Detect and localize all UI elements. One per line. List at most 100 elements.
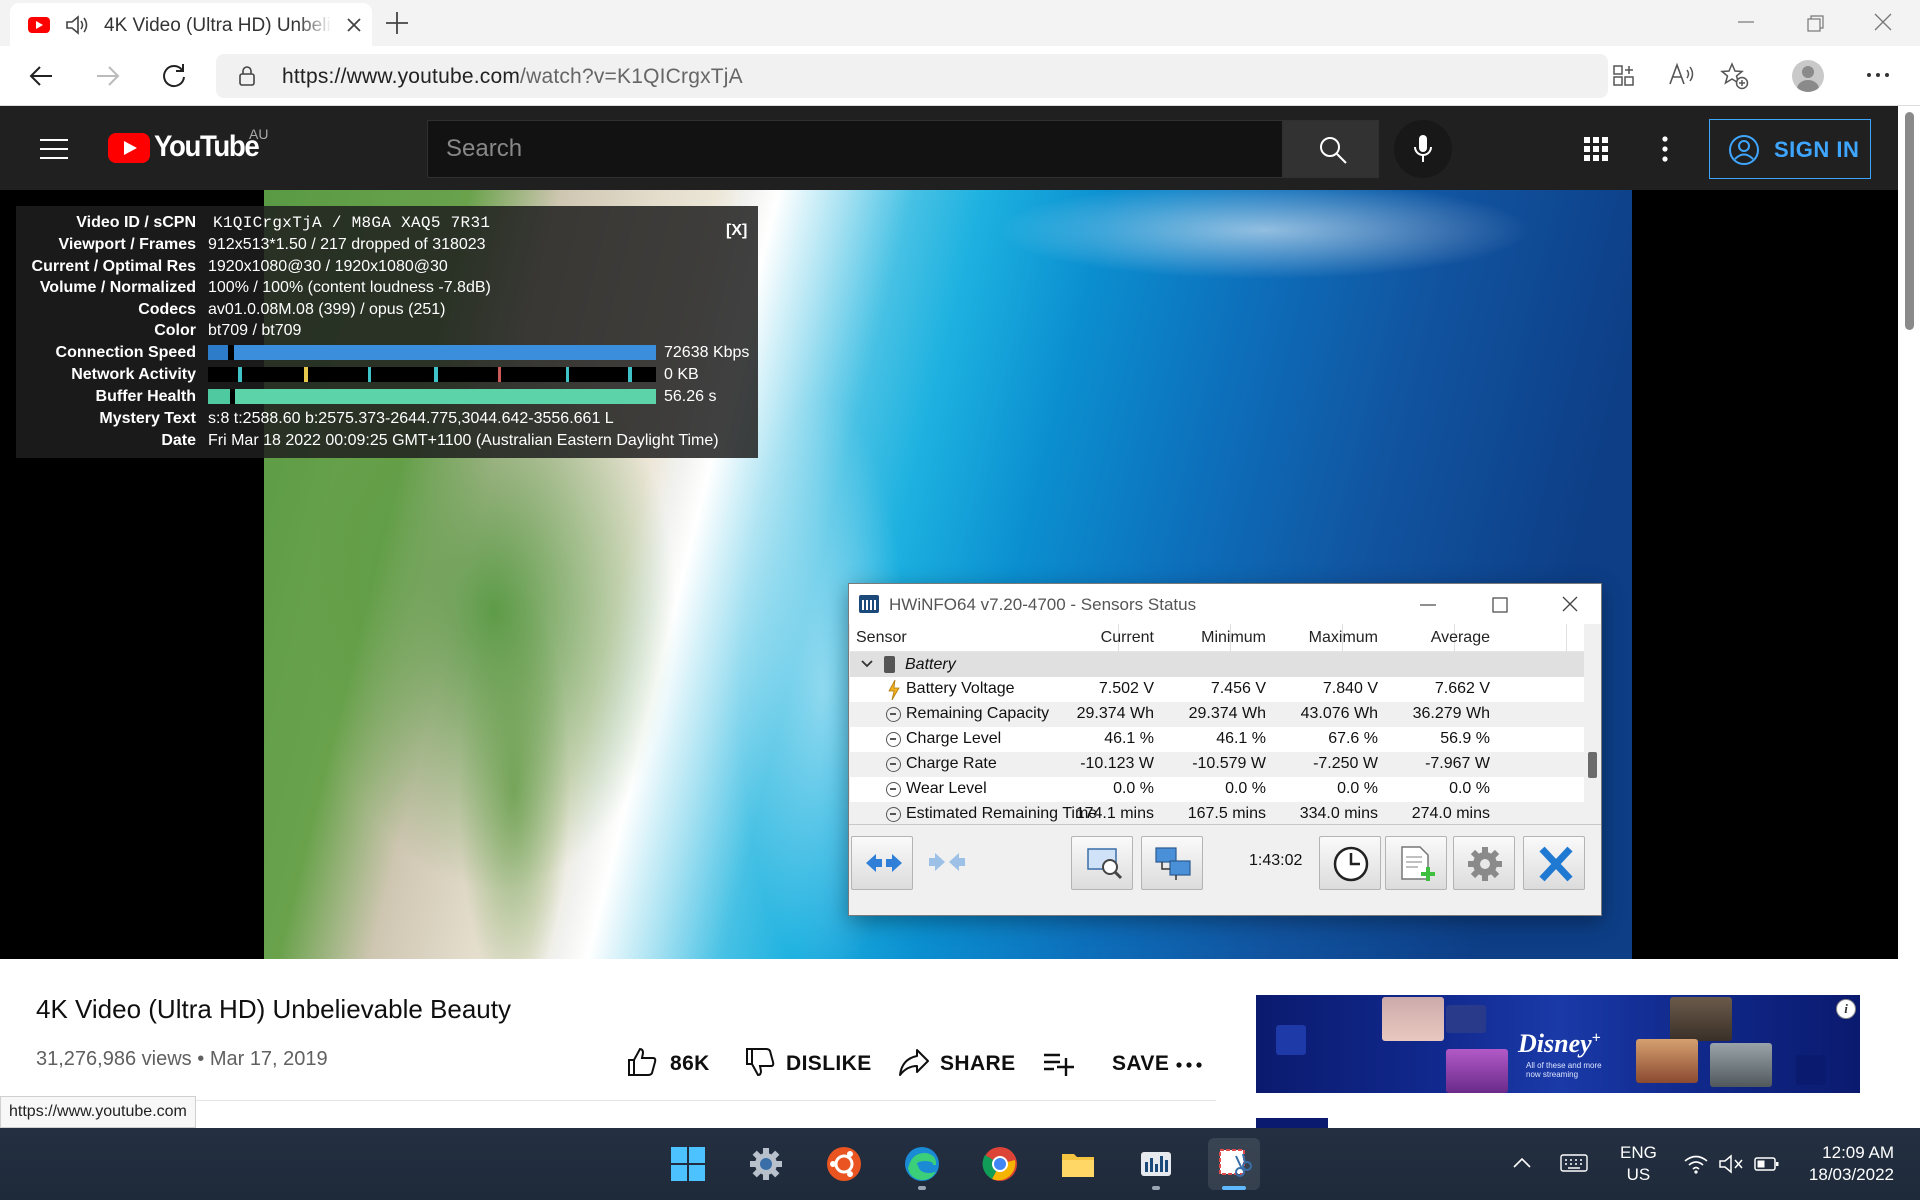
search-input[interactable] (428, 121, 1282, 177)
logging-start-button[interactable] (1385, 836, 1447, 890)
forward-arrow-icon[interactable] (95, 64, 121, 88)
sensor-row-remaining-capacity[interactable]: Remaining Capacity 29.374 Wh 29.374 Wh 4… (850, 702, 1584, 727)
ad-brand-logo: Disney+ (1518, 1029, 1601, 1059)
sign-in-button[interactable]: SIGN IN (1709, 119, 1871, 179)
network-sensors-button[interactable] (1141, 836, 1203, 890)
sensor-name: Estimated Remaining Time (906, 805, 1098, 822)
disney-plus-ad-banner[interactable]: Disney+ All of these and more now stream… (1256, 995, 1860, 1093)
taskbar-settings[interactable] (740, 1138, 792, 1190)
status-bar-url: https://www.youtube.com (0, 1096, 196, 1128)
new-tab-icon[interactable] (384, 10, 410, 36)
window-restore-icon[interactable] (1806, 14, 1826, 34)
reset-timer-button[interactable] (1319, 836, 1381, 890)
reload-icon[interactable] (160, 62, 188, 90)
settings-button[interactable] (1453, 836, 1515, 890)
taskbar-edge[interactable] (896, 1138, 948, 1190)
ad-pixel-block (1276, 1025, 1306, 1055)
taskbar-file-explorer[interactable] (1052, 1138, 1104, 1190)
sensor-row-wear-level[interactable]: Wear Level 0.0 % 0.0 % 0.0 % 0.0 % (850, 777, 1584, 802)
more-menu-icon[interactable] (1866, 72, 1890, 78)
expand-columns-button[interactable] (851, 836, 913, 890)
hwinfo-close-icon[interactable] (1561, 595, 1579, 613)
hwinfo-app-icon (859, 595, 879, 613)
settings-more-icon[interactable] (1662, 136, 1668, 162)
sensor-name: Charge Rate (906, 755, 997, 772)
lock-icon[interactable] (238, 66, 256, 86)
ad-info-icon[interactable]: i (1836, 999, 1856, 1019)
address-bar[interactable]: https://www.youtube.com/watch?v=K1QICrgx… (216, 54, 1608, 98)
tab-audio-icon[interactable] (64, 14, 90, 36)
page-scrollbar-thumb[interactable] (1905, 112, 1914, 330)
read-aloud-icon[interactable] (1668, 62, 1696, 88)
scrollbar-thumb[interactable] (1588, 752, 1597, 778)
voice-search-button[interactable] (1394, 120, 1452, 178)
active-indicator (1222, 1186, 1246, 1190)
view-count: 31,276,986 views (36, 1048, 192, 1070)
input-language-indicator[interactable]: ENG US (1620, 1142, 1657, 1186)
video-player[interactable]: [X] Video ID / sCPN K1QICrgxTjA / M8GA X… (0, 190, 1898, 959)
taskbar-chrome[interactable] (974, 1138, 1026, 1190)
tray-overflow-chevron-icon[interactable] (1512, 1156, 1532, 1170)
page-scrollbar[interactable] (1898, 106, 1920, 1128)
column-header-minimum[interactable]: Minimum (1201, 629, 1266, 647)
youtube-apps-icon[interactable] (1583, 136, 1609, 162)
monitor-search-icon (1087, 848, 1123, 880)
stats-row-network-activity: Network Activity 0 KB (16, 364, 758, 385)
ad-poster (1710, 1043, 1772, 1087)
wifi-icon[interactable] (1684, 1154, 1708, 1174)
app-available-icon[interactable] (1612, 64, 1636, 88)
sensor-row-estimated-remaining-time[interactable]: Estimated Remaining Time 174.1 mins 167.… (850, 802, 1584, 824)
system-clock[interactable]: 12:09 AM 18/03/2022 (1790, 1142, 1894, 1186)
sensor-row-charge-rate[interactable]: Charge Rate -10.123 W -10.579 W -7.250 W… (850, 752, 1584, 777)
column-header-current[interactable]: Current (1101, 629, 1154, 647)
sensor-minimum: 0.0 % (1225, 780, 1266, 797)
ad-brand-plus: + (1591, 1029, 1601, 1047)
profile-avatar[interactable] (1792, 60, 1824, 92)
hwinfo-minimize-icon[interactable] (1419, 596, 1437, 614)
start-button[interactable] (662, 1138, 714, 1190)
taskbar-hwinfo[interactable] (1130, 1138, 1182, 1190)
more-actions-icon[interactable] (1176, 1062, 1202, 1068)
search-box[interactable] (427, 120, 1283, 178)
back-arrow-icon[interactable] (28, 64, 54, 88)
touch-keyboard-icon[interactable] (1560, 1154, 1588, 1172)
window-minimize-icon[interactable] (1736, 12, 1756, 32)
volume-muted-icon[interactable] (1718, 1154, 1744, 1174)
tab-close-icon[interactable] (344, 15, 364, 35)
sensor-row-battery-voltage[interactable]: Battery Voltage 7.502 V 7.456 V 7.840 V … (850, 677, 1584, 702)
collapse-columns-button[interactable] (915, 836, 977, 890)
taskbar-snipping-tool[interactable] (1208, 1138, 1260, 1190)
stats-label: Color (154, 322, 196, 339)
column-header-average[interactable]: Average (1431, 629, 1490, 647)
sensor-current: 0.0 % (1113, 780, 1154, 797)
sensor-average: 36.279 Wh (1412, 705, 1490, 722)
hwinfo-titlebar[interactable]: HWiNFO64 v7.20-4700 - Sensors Status (849, 584, 1601, 624)
sensor-table-scrollbar[interactable] (1584, 624, 1601, 824)
url-host: https://www.youtube.com (282, 65, 521, 88)
close-sensors-button[interactable] (1523, 836, 1585, 890)
taskbar-ubuntu[interactable] (818, 1138, 870, 1190)
stats-row-video-id: Video ID / sCPN K1QICrgxTjA / M8GA XAQ5 … (16, 212, 758, 233)
sensor-minimum: 46.1 % (1216, 730, 1266, 747)
stats-for-nerds-panel: [X] Video ID / sCPN K1QICrgxTjA / M8GA X… (16, 206, 758, 458)
window-close-icon[interactable] (1873, 12, 1893, 32)
hamburger-menu-icon[interactable] (40, 138, 68, 160)
hwinfo-maximize-icon[interactable] (1491, 596, 1509, 614)
sensor-group-battery[interactable]: Battery (850, 652, 1584, 677)
youtube-logo-icon[interactable] (108, 133, 150, 163)
sensor-search-button[interactable] (1071, 836, 1133, 890)
stats-label: Video ID / sCPN (76, 214, 196, 231)
favorites-add-icon[interactable] (1720, 62, 1750, 90)
collapse-chevron-icon[interactable] (860, 658, 874, 670)
stats-row-resolution: Current / Optimal Res 1920x1080@30 / 192… (16, 256, 758, 277)
youtube-logo-text[interactable]: YouTube (154, 130, 260, 164)
sensor-row-charge-level[interactable]: Charge Level 46.1 % 46.1 % 67.6 % 56.9 % (850, 727, 1584, 752)
column-header-sensor[interactable]: Sensor (856, 629, 907, 647)
browser-tab[interactable]: 4K Video (Ultra HD) Unbelievable Beauty (10, 3, 372, 46)
battery-icon[interactable] (1754, 1156, 1780, 1172)
hwinfo-window[interactable]: HWiNFO64 v7.20-4700 - Sensors Status Sen… (848, 583, 1602, 916)
search-button[interactable] (1283, 120, 1379, 178)
url-text[interactable]: https://www.youtube.com/watch?v=K1QICrgx… (282, 65, 743, 89)
column-header-maximum[interactable]: Maximum (1309, 629, 1378, 647)
ad-strip (1256, 1118, 1328, 1128)
